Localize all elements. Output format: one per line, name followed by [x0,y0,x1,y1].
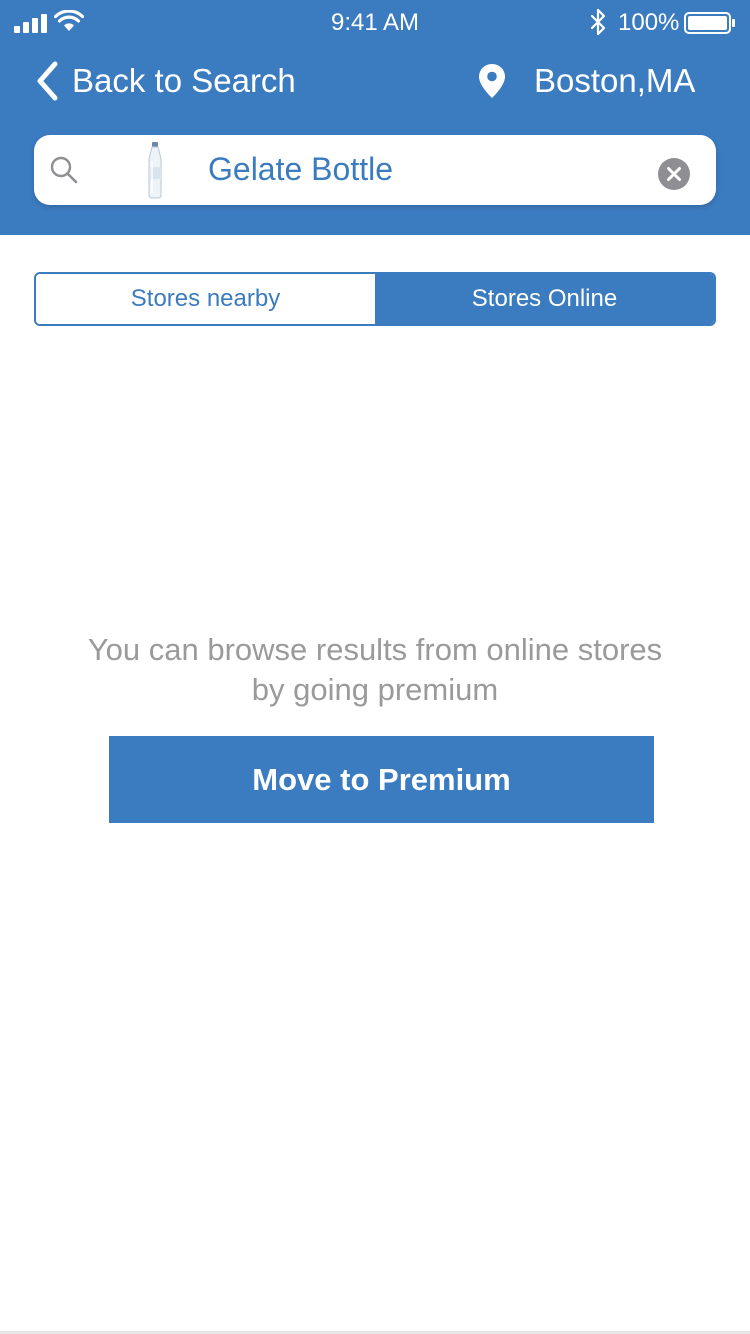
header: 9:41 AM 100% Back to Search Boston,MA Ge… [0,0,750,235]
search-field[interactable]: Gelate Bottle [34,135,716,205]
location-label: Boston,MA [534,62,696,99]
location-pin-icon [479,64,505,98]
status-bar: 9:41 AM 100% [0,0,750,46]
screen: 9:41 AM 100% Back to Search Boston,MA Ge… [0,0,750,1334]
battery-icon [684,12,735,34]
clear-icon[interactable] [658,158,690,190]
premium-message-line1: You can browse results from online store… [87,632,663,667]
back-to-search-button[interactable]: Back to Search [34,58,296,104]
location-button[interactable]: Boston,MA [478,58,695,104]
search-input[interactable]: Gelate Bottle [208,149,393,189]
back-label: Back to Search [72,62,296,99]
bottle-thumbnail [148,142,162,199]
battery-percent: 100% [618,9,680,36]
premium-message-line2: by going premium [251,672,499,707]
stores-segmented-control: Stores nearby Stores Online [34,272,716,326]
bluetooth-icon [590,8,606,36]
tab-stores-nearby[interactable]: Stores nearby [36,274,375,324]
premium-message: You can browse results from online store… [0,630,750,710]
tab-stores-online[interactable]: Stores Online [375,274,714,324]
search-icon [50,156,78,184]
move-to-premium-button[interactable]: Move to Premium [109,736,654,823]
chevron-left-icon [37,61,58,101]
